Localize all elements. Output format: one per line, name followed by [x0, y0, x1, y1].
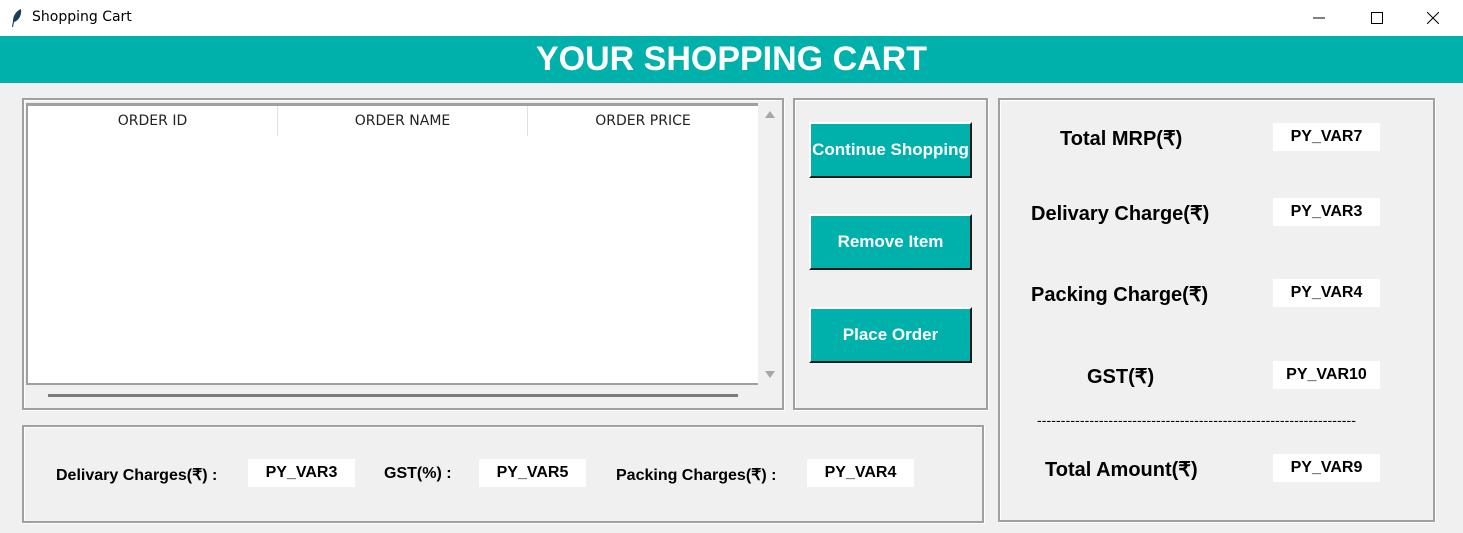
horizontal-scrollbar[interactable]: [48, 394, 738, 397]
column-header-order-id[interactable]: ORDER ID: [28, 106, 278, 136]
summary-separator: ----------------------------------------…: [1037, 412, 1357, 428]
window-title: Shopping Cart: [32, 9, 132, 25]
window-title-bar: Shopping Cart: [0, 0, 1463, 36]
packing-charges-label: Packing Charges(₹) :: [616, 467, 777, 484]
maximize-button[interactable]: [1354, 0, 1400, 36]
packing-charge-label: Packing Charge(₹): [1031, 284, 1209, 306]
total-mrp-value: PY_VAR7: [1273, 123, 1380, 151]
feather-icon: [12, 9, 22, 27]
delivery-charge-label: Delivary Charge(₹): [1031, 203, 1210, 225]
gst-percent-value: PY_VAR5: [479, 459, 586, 487]
scroll-down-icon[interactable]: [764, 369, 776, 379]
close-icon: [1427, 12, 1439, 24]
cart-table[interactable]: ORDER ID ORDER NAME ORDER PRICE: [26, 103, 784, 385]
minimize-icon: [1313, 17, 1325, 19]
close-button[interactable]: [1410, 0, 1456, 36]
gst-percent-label: GST(%) :: [384, 465, 452, 482]
delivery-charges-value: PY_VAR3: [248, 459, 355, 487]
table-header: ORDER ID ORDER NAME ORDER PRICE: [28, 106, 758, 136]
delivery-charge-value: PY_VAR3: [1273, 198, 1380, 226]
total-amount-value: PY_VAR9: [1273, 454, 1380, 482]
packing-charges-value: PY_VAR4: [807, 459, 914, 487]
total-amount-label: Total Amount(₹): [1045, 459, 1198, 481]
total-mrp-label: Total MRP(₹): [1060, 128, 1183, 150]
delivery-charges-label: Delivary Charges(₹) :: [56, 467, 218, 484]
gst-value: PY_VAR10: [1273, 361, 1380, 389]
scroll-up-icon[interactable]: [764, 110, 776, 120]
gst-label: GST(₹): [1087, 366, 1155, 388]
column-header-order-name[interactable]: ORDER NAME: [278, 106, 528, 136]
minimize-button[interactable]: [1296, 0, 1342, 36]
maximize-icon: [1371, 12, 1383, 24]
remove-item-button[interactable]: Remove Item: [809, 214, 972, 270]
continue-shopping-button[interactable]: Continue Shopping: [809, 122, 972, 178]
vertical-scrollbar[interactable]: [758, 103, 782, 385]
column-header-order-price[interactable]: ORDER PRICE: [528, 106, 758, 136]
place-order-button[interactable]: Place Order: [809, 307, 972, 363]
page-banner: YOUR SHOPPING CART: [0, 36, 1463, 83]
packing-charge-value: PY_VAR4: [1273, 279, 1380, 307]
